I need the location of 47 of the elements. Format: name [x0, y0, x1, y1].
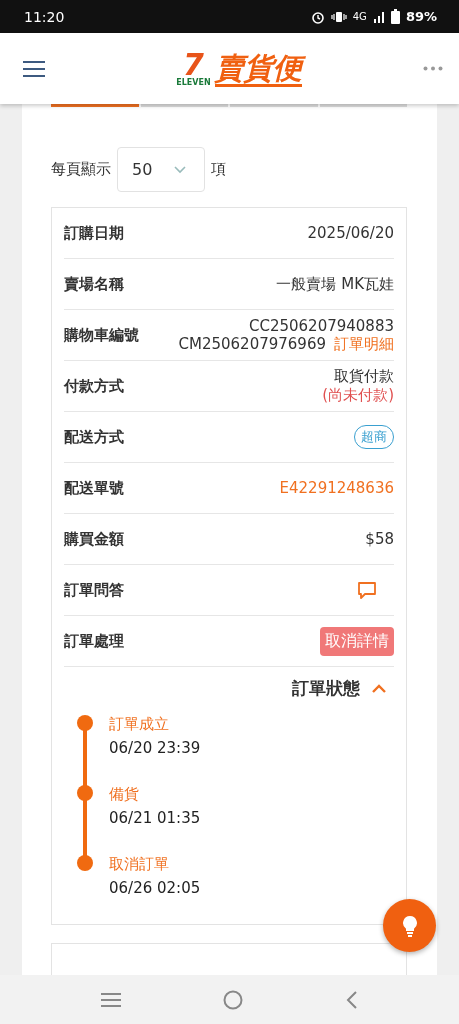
network-text: 4G	[352, 11, 367, 22]
step-time: 06/20 23:39	[109, 738, 201, 759]
signal-icon	[372, 10, 385, 23]
chevron-down-icon	[174, 165, 187, 174]
chat-icon[interactable]	[358, 581, 376, 599]
logo-subtext: ELEVEN	[176, 78, 211, 87]
more-icon[interactable]	[423, 66, 443, 71]
lightbulb-icon	[401, 914, 418, 937]
step-name: 訂單成立	[109, 714, 170, 735]
payment-status: (尚未付款)	[322, 386, 394, 405]
field-label: 訂購日期	[64, 223, 124, 243]
step-name: 備貨	[109, 784, 140, 805]
field-value: 取貨付款	[334, 367, 394, 386]
battery-icon	[390, 9, 400, 24]
field-label: 購物車編號	[64, 325, 139, 345]
home-icon[interactable]	[223, 989, 244, 1010]
field-value: 2025/06/20	[307, 224, 394, 242]
battery-text: 89%	[405, 9, 437, 24]
step-time: 06/21 01:35	[109, 808, 201, 829]
chevron-up-icon[interactable]	[372, 684, 386, 693]
per-page-unit: 項	[211, 160, 227, 179]
field-label: 付款方式	[64, 376, 124, 396]
section-title: 訂單狀態	[292, 677, 360, 700]
menu-icon[interactable]	[23, 60, 45, 77]
logo-mark: 7	[183, 50, 204, 79]
field-label: 配送方式	[64, 427, 124, 447]
cart-number: CM2506207976969	[178, 334, 326, 354]
per-page-label: 每頁顯示	[51, 160, 111, 179]
tracking-link[interactable]: E42291248636	[279, 479, 394, 497]
page-size-select[interactable]: 50	[117, 147, 206, 192]
back-icon[interactable]	[345, 990, 358, 1009]
field-value: $58	[365, 530, 394, 548]
alarm-icon	[310, 9, 325, 24]
vibrate-icon	[330, 10, 347, 23]
cancel-details-button[interactable]: 取消詳情	[320, 626, 394, 656]
recent-apps-icon[interactable]	[101, 991, 122, 1008]
field-label: 賣場名稱	[64, 274, 124, 294]
field-label: 購買金額	[64, 529, 124, 549]
order-detail-link[interactable]: 訂單明細	[334, 334, 394, 354]
step-name: 取消訂單	[109, 854, 170, 875]
step-time: 06/26 02:05	[109, 878, 201, 899]
field-label: 訂單問答	[64, 580, 124, 600]
field-label: 訂單處理	[64, 631, 124, 651]
field-value: 一般賣場 MK瓦娃	[276, 274, 394, 294]
clock-text: 11:20	[24, 8, 65, 25]
field-label: 配送單號	[64, 478, 124, 498]
cart-number: CC2506207940883	[249, 316, 394, 335]
